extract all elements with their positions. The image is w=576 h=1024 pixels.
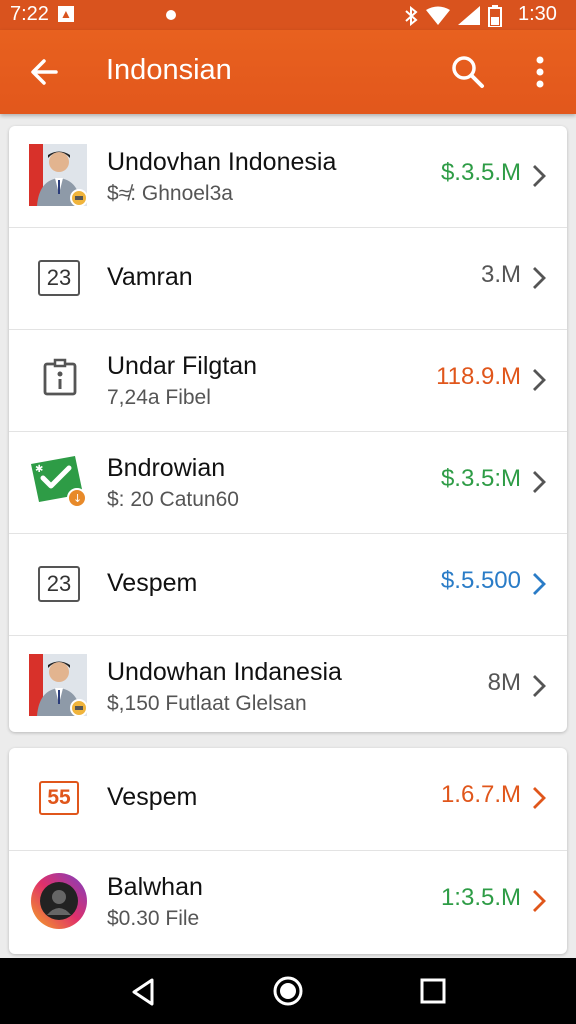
clipboard-icon <box>43 358 77 396</box>
chevron-right-icon <box>533 573 546 595</box>
svg-text:↓: ↓ <box>73 492 82 505</box>
bluetooth-icon <box>405 6 418 26</box>
list-item[interactable]: Undowhan Indanesia $,150 Futlaat Glelsan… <box>9 636 567 732</box>
nav-recents-icon[interactable] <box>418 976 448 1006</box>
wifi-icon <box>426 6 450 25</box>
item-title: Undovhan Indonesia <box>107 148 337 176</box>
list-item[interactable]: Undar Filgtan 7,24a Fibel 118.9.M <box>9 330 567 432</box>
status-clock: 1:30 <box>518 3 557 25</box>
calendar-23-icon: 23 <box>29 552 89 616</box>
person-avatar-icon <box>29 144 88 207</box>
status-icons <box>404 5 502 27</box>
item-value: $.3.5.M <box>440 159 521 186</box>
item-subtitle: 7,24a Fibel <box>107 386 211 409</box>
item-value: 3.M <box>480 261 521 288</box>
list-item[interactable]: ✱ ↓ Bndrowian $: 20 Catun60 $.3.5:M <box>9 432 567 534</box>
navigation-bar <box>0 958 576 1024</box>
signal-icon <box>458 6 480 25</box>
list-item[interactable]: 23 Vamran 3.M <box>9 228 567 330</box>
calendar-23-icon: 23 <box>29 246 89 310</box>
chevron-right-icon <box>533 369 546 391</box>
item-title: Vespem <box>107 783 198 811</box>
calendar-icon-text: 55 <box>39 781 79 815</box>
more-options-icon[interactable] <box>522 52 558 92</box>
back-arrow-icon[interactable] <box>26 52 66 92</box>
list-card: 55 Vespem 1.6.7.M Balwhan $0.30 File 1:3… <box>9 748 567 954</box>
green-check-ticket-icon: ✱ ↓ <box>31 456 87 508</box>
list-item[interactable]: Undovhan Indonesia $≉: Ghnoel3a $.3.5.M <box>9 126 567 228</box>
battery-icon <box>488 5 502 27</box>
item-subtitle: $: 20 Catun60 <box>107 488 239 511</box>
notification-icon: ▲ <box>58 6 74 22</box>
status-bar: 7:22 ▲ 1:30 <box>0 0 576 30</box>
list-item[interactable]: Balwhan $0.30 File 1:3.5.M <box>9 851 567 953</box>
item-title: Bndrowian <box>107 454 226 482</box>
app-bar: Indonsian <box>0 30 576 114</box>
calendar-55-icon: 55 <box>29 766 89 830</box>
item-title: Vespem <box>107 569 198 597</box>
nav-home-icon[interactable] <box>272 975 304 1007</box>
list-item[interactable]: 55 Vespem 1.6.7.M <box>9 748 567 851</box>
svg-text:✱: ✱ <box>35 464 43 475</box>
item-subtitle: $,150 Futlaat Glelsan <box>107 692 307 715</box>
item-value: 118.9.M <box>436 363 521 390</box>
chevron-right-icon <box>533 165 546 187</box>
item-value: 8M <box>487 669 521 696</box>
status-time: 7:22 <box>10 3 49 25</box>
chevron-right-icon <box>533 890 546 912</box>
list-item[interactable]: 23 Vespem $.5.500 <box>9 534 567 636</box>
item-title: Undowhan Indanesia <box>107 658 342 686</box>
nav-back-icon[interactable] <box>128 976 160 1008</box>
item-value: 1:3.5.M <box>440 884 521 911</box>
person-avatar-icon <box>29 654 88 717</box>
item-title: Balwhan <box>107 873 203 901</box>
page-title: Indonsian <box>106 54 232 86</box>
item-value: $.3.5:M <box>440 465 521 492</box>
chevron-right-icon <box>533 787 546 809</box>
list-card: Undovhan Indonesia $≉: Ghnoel3a $.3.5.M … <box>9 126 567 732</box>
gradient-avatar-icon <box>31 873 87 929</box>
item-title: Vamran <box>107 263 193 291</box>
chevron-right-icon <box>533 267 546 289</box>
item-title: Undar Filgtan <box>107 352 258 380</box>
notification-dot-icon <box>166 10 176 20</box>
search-icon[interactable] <box>448 52 488 92</box>
calendar-icon-text: 23 <box>38 566 80 602</box>
calendar-icon-text: 23 <box>38 260 80 296</box>
item-value: 1.6.7.M <box>440 781 521 808</box>
chevron-right-icon <box>533 471 546 493</box>
chevron-right-icon <box>533 675 546 697</box>
item-subtitle: $0.30 File <box>107 907 200 930</box>
item-value: $.5.500 <box>440 567 521 594</box>
item-subtitle: $≉: Ghnoel3a <box>107 182 233 205</box>
